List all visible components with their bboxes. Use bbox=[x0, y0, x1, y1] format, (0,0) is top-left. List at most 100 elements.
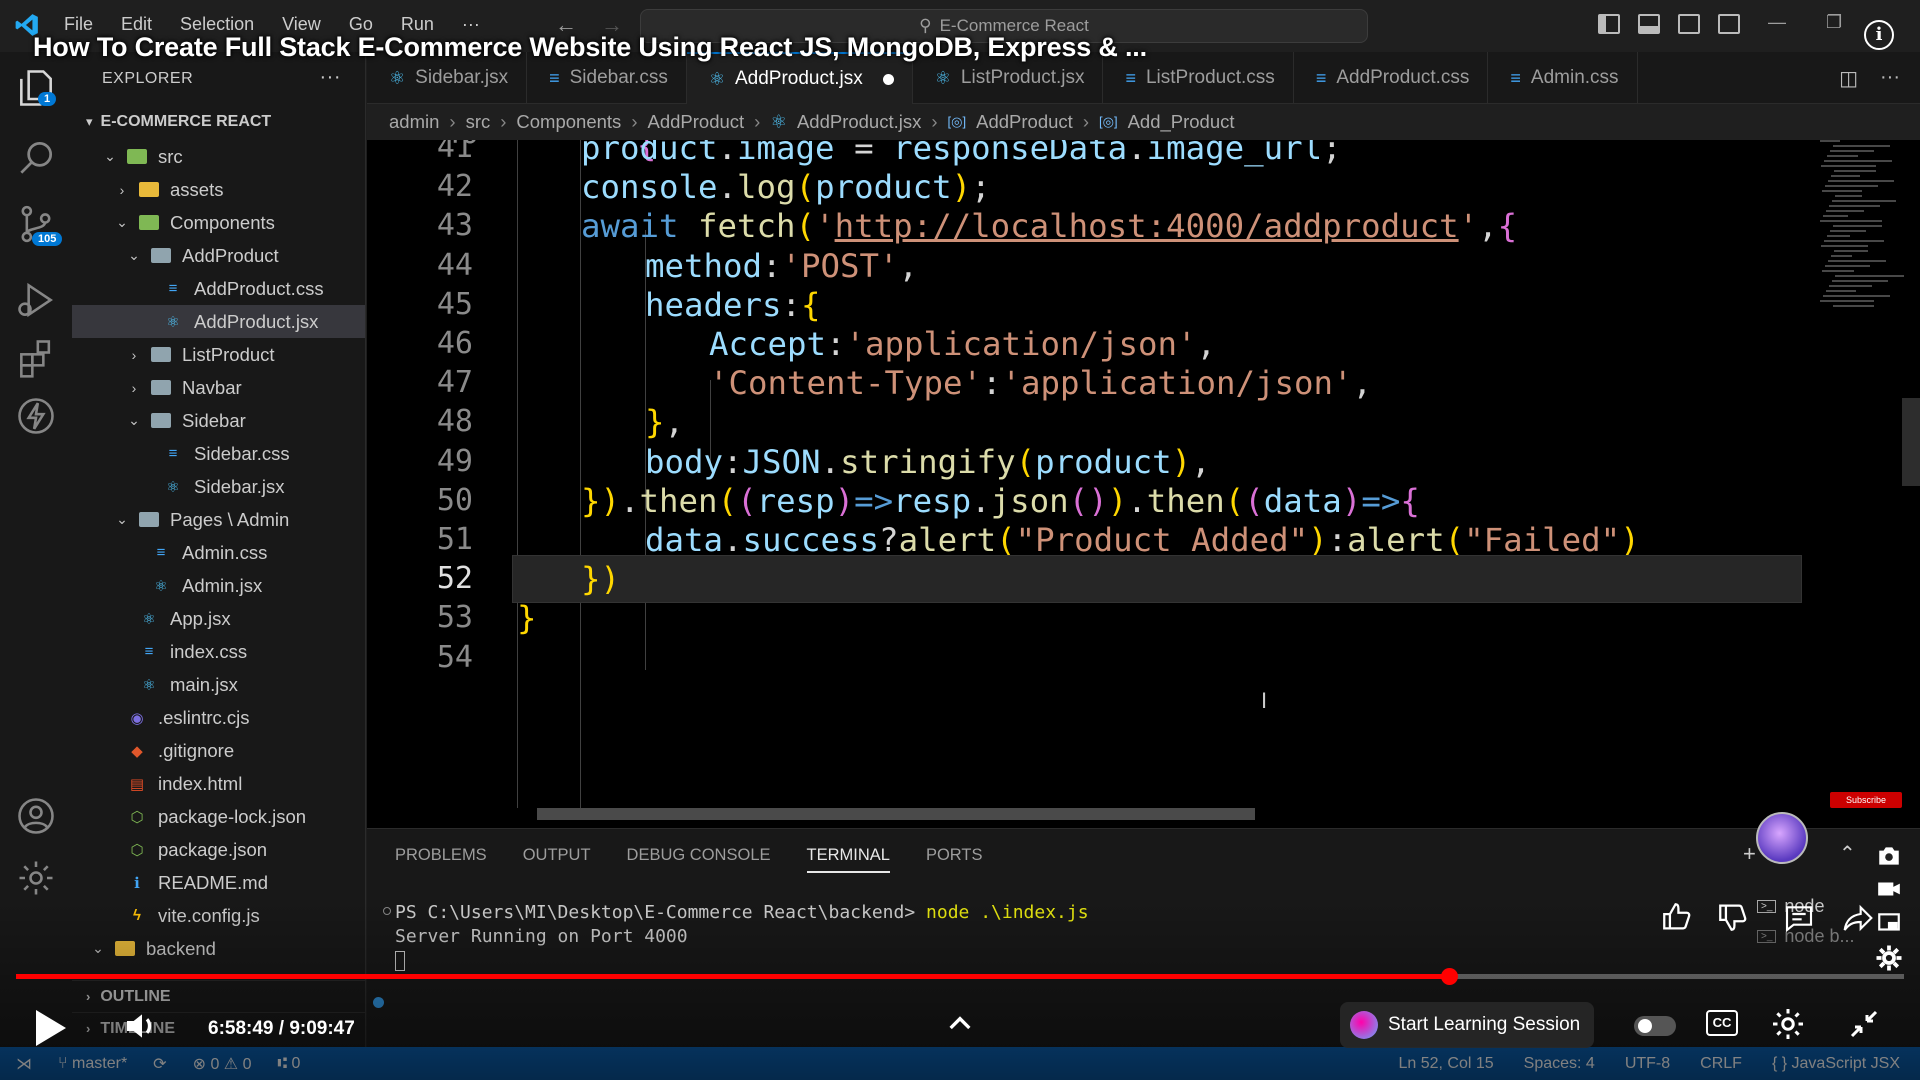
minimap-line bbox=[1832, 200, 1896, 202]
account-icon[interactable] bbox=[14, 794, 58, 838]
run-debug-icon[interactable] bbox=[14, 278, 58, 322]
folder-shape bbox=[139, 182, 159, 197]
minimize-icon[interactable]: — bbox=[1768, 12, 1786, 33]
window-controls: — ❐ bbox=[1768, 12, 1842, 33]
tree-item[interactable]: ϟ vite.config.js bbox=[72, 899, 365, 932]
editor-tab[interactable]: ≡ AddProduct.css bbox=[1294, 52, 1489, 104]
video-title[interactable]: How To Create Full Stack E-Commerce Webs… bbox=[33, 32, 1147, 63]
tab-label: AddProduct.css bbox=[1336, 67, 1470, 88]
editor-tab[interactable]: ≡ Admin.css bbox=[1488, 52, 1638, 104]
customize-layout-icon[interactable] bbox=[1718, 14, 1740, 34]
tree-item[interactable]: › ListProduct bbox=[72, 338, 365, 371]
tree-item[interactable]: ⌄ Sidebar bbox=[72, 404, 365, 437]
tree-item[interactable]: ⌄ backend bbox=[72, 932, 365, 965]
breadcrumb-item[interactable]: AddProduct.jsx bbox=[797, 111, 921, 133]
panel-tab-ports[interactable]: PORTS bbox=[926, 846, 983, 865]
tree-item[interactable]: ⚛ App.jsx bbox=[72, 602, 365, 635]
code-editor[interactable]: { 40 41product.image = responseData.imag… bbox=[367, 140, 1920, 828]
tree-item[interactable]: ⬡ package-lock.json bbox=[72, 800, 365, 833]
video-progress-bar[interactable] bbox=[16, 968, 1904, 985]
restore-icon[interactable]: ❐ bbox=[1826, 12, 1842, 33]
tree-item[interactable]: ≡ Sidebar.css bbox=[72, 437, 365, 470]
share-icon[interactable] bbox=[1842, 902, 1874, 934]
explorer-icon[interactable]: 1 bbox=[14, 66, 58, 110]
tree-item[interactable]: ≡ AddProduct.css bbox=[72, 272, 365, 305]
tree-item[interactable]: ⚛ Admin.jsx bbox=[72, 569, 365, 602]
breadcrumb-item[interactable]: Add_Product bbox=[1128, 111, 1235, 133]
comments-icon[interactable] bbox=[1782, 902, 1816, 934]
folder-icon bbox=[150, 346, 172, 364]
settings-gear-icon[interactable] bbox=[1770, 1006, 1806, 1042]
info-icon[interactable]: i bbox=[1864, 20, 1894, 50]
tree-item[interactable]: ⚛ main.jsx bbox=[72, 668, 365, 701]
panel-tab-debug-console[interactable]: DEBUG CONSOLE bbox=[627, 846, 771, 865]
unsaved-dot-icon[interactable] bbox=[882, 73, 894, 85]
like-icon[interactable] bbox=[1660, 900, 1694, 934]
manage-gear-icon[interactable] bbox=[14, 856, 58, 900]
tree-item[interactable]: ▤ index.html bbox=[72, 767, 365, 800]
vertical-scrollbar[interactable] bbox=[1902, 398, 1920, 486]
miniplayer-icon[interactable] bbox=[1874, 910, 1904, 936]
subscribe-badge[interactable]: Subscribe bbox=[1830, 792, 1902, 808]
breadcrumb-item[interactable]: src bbox=[466, 111, 491, 133]
split-editor-icon[interactable]: ◫ bbox=[1839, 66, 1858, 91]
toggle-panel-icon[interactable] bbox=[1638, 14, 1660, 34]
panel-tab-output[interactable]: OUTPUT bbox=[523, 846, 591, 865]
tree-item-label: Sidebar.jsx bbox=[194, 475, 285, 497]
tree-item[interactable]: ℹ README.md bbox=[72, 866, 365, 899]
tree-item[interactable]: ⌄ AddProduct bbox=[72, 239, 365, 272]
tree-item[interactable]: ⌄ Components bbox=[72, 206, 365, 239]
more-actions-icon[interactable]: ··· bbox=[1880, 66, 1900, 91]
tree-item-label: Admin.jsx bbox=[182, 574, 263, 596]
chevron-up-icon[interactable] bbox=[944, 1008, 976, 1040]
minimap-line bbox=[1824, 240, 1884, 242]
tree-item[interactable]: ◆ .gitignore bbox=[72, 734, 365, 767]
toggle-secondary-sidebar-icon[interactable] bbox=[1678, 14, 1700, 34]
search-view-icon[interactable] bbox=[14, 136, 58, 180]
maximize-panel-chevron-icon[interactable]: ⌃ bbox=[1839, 841, 1856, 866]
tree-item[interactable]: ⚛ AddProduct.jsx bbox=[72, 305, 365, 338]
dislike-icon[interactable] bbox=[1716, 900, 1750, 934]
camera-icon[interactable] bbox=[1874, 843, 1904, 869]
terminal-output[interactable]: PS C:\Users\MI\Desktop\E-Commerce React\… bbox=[395, 901, 1089, 973]
minimap[interactable] bbox=[1820, 140, 1904, 330]
extensions-icon[interactable] bbox=[14, 336, 58, 380]
volume-icon[interactable] bbox=[122, 1006, 162, 1046]
toggle-primary-sidebar-icon[interactable] bbox=[1598, 14, 1620, 34]
progress-scrubber[interactable] bbox=[1440, 968, 1458, 985]
tree-item[interactable]: ⌄ Pages \ Admin bbox=[72, 503, 365, 536]
tree-item[interactable]: ⚛ Sidebar.jsx bbox=[72, 470, 365, 503]
video-camera-icon[interactable] bbox=[1874, 876, 1904, 902]
breadcrumb-item[interactable]: admin bbox=[389, 111, 439, 133]
exit-fullscreen-icon[interactable] bbox=[1846, 1006, 1882, 1042]
tree-item-label: .gitignore bbox=[158, 739, 235, 761]
tree-item[interactable]: ⬡ package.json bbox=[72, 833, 365, 866]
source-control-icon[interactable]: 105 bbox=[14, 202, 63, 246]
tree-item[interactable]: ≡ index.css bbox=[72, 635, 365, 668]
new-terminal-plus-icon[interactable]: + bbox=[1743, 841, 1756, 867]
tree-item[interactable]: › Navbar bbox=[72, 371, 365, 404]
panel-tab-problems[interactable]: PROBLEMS bbox=[395, 846, 487, 865]
horizontal-scrollbar[interactable] bbox=[537, 808, 1255, 820]
explorer-sidebar: EXPLORER ··· ▾ E-COMMERCE REACT ⌄ src › ass… bbox=[72, 52, 366, 1047]
tree-item[interactable]: ≡ Admin.css bbox=[72, 536, 365, 569]
captions-icon[interactable]: CC bbox=[1706, 1010, 1738, 1036]
thunder-client-icon[interactable] bbox=[14, 394, 58, 438]
explorer-more-icon[interactable]: ··· bbox=[320, 66, 341, 89]
panel-tab-terminal[interactable]: TERMINAL bbox=[806, 846, 890, 873]
breadcrumb-item[interactable]: AddProduct bbox=[647, 111, 744, 133]
breadcrumb-item[interactable]: Components bbox=[516, 111, 621, 133]
react-file-icon: ⚛ bbox=[389, 67, 406, 88]
tree-item[interactable]: ⌄ src bbox=[72, 140, 365, 173]
workspace-section[interactable]: ▾ E-COMMERCE REACT bbox=[72, 104, 365, 140]
start-learning-button[interactable]: Start Learning Session bbox=[1340, 1002, 1595, 1048]
autoplay-toggle[interactable] bbox=[1634, 1016, 1676, 1036]
tree-item[interactable]: ◉ .eslintrc.cjs bbox=[72, 701, 365, 734]
settings-cog-icon[interactable] bbox=[1874, 943, 1904, 973]
folder-shape bbox=[151, 248, 171, 263]
tree-item[interactable]: › assets bbox=[72, 173, 365, 206]
channel-avatar[interactable] bbox=[1756, 812, 1808, 864]
breadcrumb-item[interactable]: AddProduct bbox=[976, 111, 1073, 133]
explorer-title: EXPLORER bbox=[102, 70, 194, 87]
play-icon[interactable] bbox=[36, 1010, 66, 1046]
